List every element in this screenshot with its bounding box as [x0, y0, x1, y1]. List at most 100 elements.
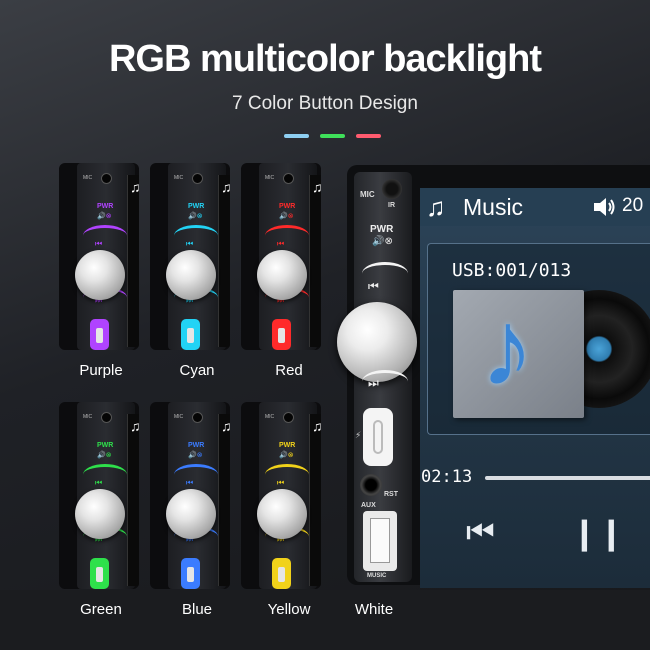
prev-track-button[interactable]: ⏮ [186, 478, 193, 488]
prev-track-button[interactable]: ⏮ [277, 478, 284, 488]
power-button[interactable]: PWR [188, 203, 204, 210]
screen-edge [218, 414, 230, 586]
aux-label: AUX [361, 502, 376, 509]
volume-knob[interactable] [75, 250, 125, 300]
music-note-icon: ♫ [221, 418, 230, 434]
volume-knob[interactable] [166, 489, 216, 539]
speaker-icon[interactable] [592, 196, 616, 218]
prev-track-button[interactable]: ⏮ [186, 239, 193, 249]
mic-label: MIC [265, 414, 275, 420]
usb-c-slot [278, 567, 285, 582]
screen-edge [309, 175, 321, 347]
screen-prev-button[interactable]: ⏮ [466, 514, 495, 552]
variant-label: Purple [79, 362, 123, 379]
color-dash [356, 134, 381, 138]
screen-edge [127, 414, 139, 586]
usb-c-slot [278, 328, 285, 343]
backlight-arc [83, 225, 127, 246]
ir-sensor [192, 173, 203, 184]
variant-panel: MIC ♫ PWR 🔊⊗ ⏮ ⏭ [59, 402, 139, 589]
power-button[interactable]: PWR [279, 203, 295, 210]
volume-knob[interactable] [75, 489, 125, 539]
prev-track-button[interactable]: ⏮ [368, 279, 379, 294]
usb-c-slot [187, 567, 194, 582]
variant-panel: MIC ♫ PWR 🔊⊗ ⏮ ⏭ [241, 163, 321, 350]
variant-panel: MIC ♫ PWR 🔊⊗ ⏮ ⏭ [241, 402, 321, 589]
color-dashes [284, 134, 381, 138]
next-track-button[interactable]: ⏭ [368, 376, 379, 391]
volume-level: 20 [622, 195, 644, 216]
power-button[interactable]: PWR [279, 442, 295, 449]
progress-bar[interactable] [485, 476, 650, 480]
variant-label: Green [80, 601, 122, 618]
usb-track-info: USB:001/013 [452, 260, 572, 281]
screen-edge [309, 414, 321, 586]
screen-title: Music [463, 194, 524, 220]
usb-c-slot [373, 420, 383, 454]
mic-label: MIC [83, 175, 93, 181]
screen-edge [218, 175, 230, 347]
color-dash [320, 134, 345, 138]
music-note-icon: ♫ [312, 418, 321, 434]
volume-knob[interactable] [257, 250, 307, 300]
mute-icon: 🔊⊗ [97, 213, 112, 220]
mic-label: MIC [174, 175, 184, 181]
ir-sensor [101, 173, 112, 184]
power-button[interactable]: PWR [97, 442, 113, 449]
usb-c-slot [187, 328, 194, 343]
music-note-icon: ♫ [312, 179, 321, 195]
variant-panel: MIC ♫ PWR 🔊⊗ ⏮ ⏭ [150, 163, 230, 350]
ir-sensor [101, 412, 112, 423]
music-label: MUSIC [367, 573, 387, 579]
usb-a-slot [370, 518, 390, 563]
music-note-icon: ♫ [221, 179, 230, 195]
color-dash [284, 134, 309, 138]
music-note-icon: ♫ [426, 192, 446, 222]
mic-label: MIC [265, 175, 275, 181]
screen-pause-button[interactable]: ❙❙ [571, 514, 625, 552]
power-button[interactable]: PWR [97, 203, 113, 210]
backlight-arc [83, 464, 127, 485]
page-title: RGB multicolor backlight [108, 38, 542, 80]
screen-edge [127, 175, 139, 347]
music-note-icon: ♫ [130, 418, 139, 434]
floor-band [0, 590, 650, 650]
mic-label: MIC [83, 414, 93, 420]
power-button[interactable]: PWR [370, 224, 393, 235]
volume-knob[interactable] [257, 489, 307, 539]
ir-sensor [382, 179, 402, 199]
variant-label: White [354, 601, 394, 618]
ir-sensor [283, 412, 294, 423]
mic-label: MIC [360, 190, 375, 199]
backlight-arc [174, 464, 218, 485]
variant-label: Red [275, 362, 303, 379]
mute-icon: 🔊⊗ [279, 452, 294, 459]
mute-icon: 🔊⊗ [372, 236, 393, 247]
mic-label: MIC [174, 414, 184, 420]
page-subtitle: 7 Color Button Design [232, 93, 418, 114]
reset-label: RST [384, 491, 398, 498]
mute-icon: 🔊⊗ [97, 452, 112, 459]
usb-c-slot [96, 328, 103, 343]
music-note-art-icon: ♪ [480, 287, 534, 408]
music-note-icon: ♫ [130, 179, 139, 195]
variant-label: Cyan [179, 362, 215, 379]
variant-panel: MIC ♫ PWR 🔊⊗ ⏮ ⏭ [150, 402, 230, 589]
power-button[interactable]: PWR [188, 442, 204, 449]
aux-jack [360, 474, 382, 496]
backlight-arc [265, 464, 309, 485]
variant-label: Blue [181, 601, 213, 618]
elapsed-time: 02:13 [421, 467, 473, 487]
mute-icon: 🔊⊗ [188, 452, 203, 459]
ir-sensor [283, 173, 294, 184]
mute-icon: 🔊⊗ [188, 213, 203, 220]
variant-panel: MIC ♫ PWR 🔊⊗ ⏮ ⏭ [59, 163, 139, 350]
backlight-arc [174, 225, 218, 246]
prev-track-button[interactable]: ⏮ [277, 239, 284, 249]
prev-track-button[interactable]: ⏮ [95, 239, 102, 249]
ir-sensor [192, 412, 203, 423]
prev-track-button[interactable]: ⏮ [95, 478, 102, 488]
volume-knob[interactable] [166, 250, 216, 300]
backlight-arc [265, 225, 309, 246]
mute-icon: 🔊⊗ [279, 213, 294, 220]
